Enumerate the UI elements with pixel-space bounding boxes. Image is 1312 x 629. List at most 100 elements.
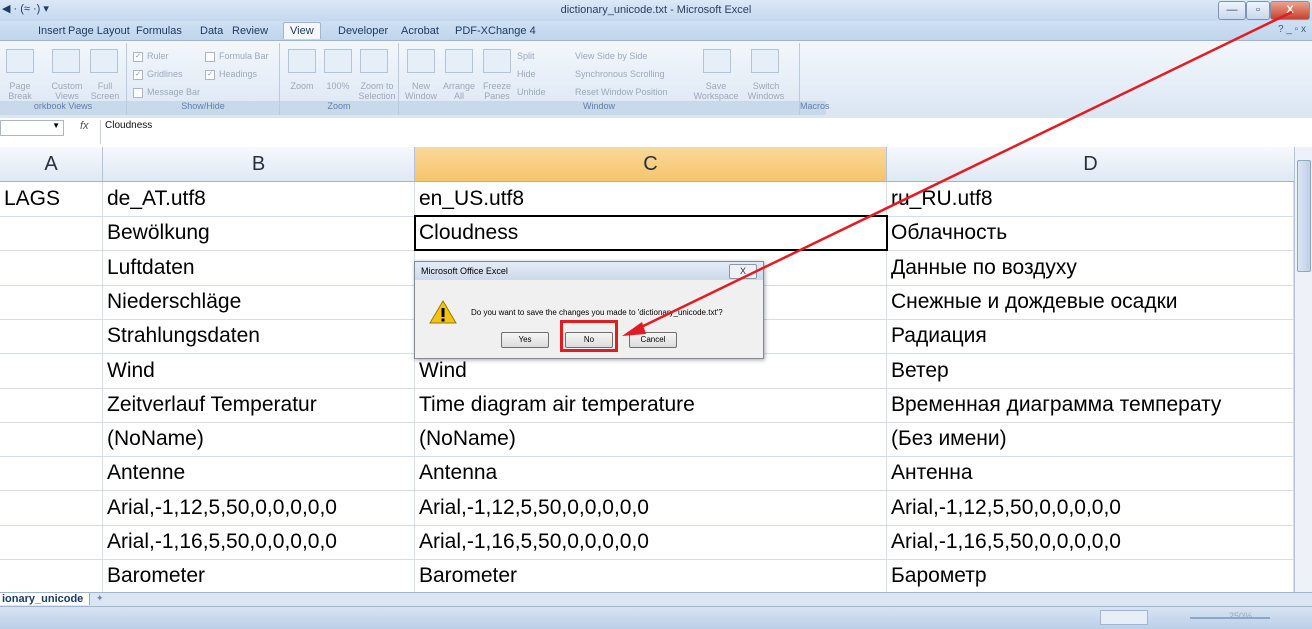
freeze-panes-label[interactable]: Freeze Panes xyxy=(479,81,515,101)
tab-developer[interactable]: Developer xyxy=(332,24,394,38)
cell-a12[interactable] xyxy=(0,559,103,594)
cell-d10[interactable]: Arial,-1,12,5,50,0,0,0,0,0 xyxy=(887,490,1294,525)
reset-window-position-button[interactable]: Reset Window Position xyxy=(575,87,668,97)
chevron-down-icon[interactable]: ▼ xyxy=(52,121,60,130)
zoom-label[interactable]: Zoom xyxy=(284,81,320,91)
unhide-button[interactable]: Unhide xyxy=(517,87,546,97)
gridlines-checkbox[interactable]: ✓ Gridlines xyxy=(133,69,183,80)
cell-d7[interactable]: Временная диаграмма температу xyxy=(887,387,1294,422)
cell-b2[interactable]: Bewölkung xyxy=(103,216,415,251)
formula-input[interactable]: Cloudness xyxy=(100,120,1295,144)
cell-b1[interactable]: de_AT.utf8 xyxy=(103,182,415,216)
new-window-icon[interactable] xyxy=(407,49,435,73)
tab-view[interactable]: View xyxy=(283,22,321,39)
fx-icon[interactable]: fx xyxy=(80,120,89,132)
column-header-b[interactable]: B xyxy=(103,147,415,181)
zoom-100-label[interactable]: 100% xyxy=(320,81,356,91)
help-icon[interactable]: ? xyxy=(1278,24,1284,35)
zoom-icon[interactable] xyxy=(288,49,316,73)
arrange-all-icon[interactable] xyxy=(445,49,473,73)
arrange-all-label[interactable]: Arrange All xyxy=(441,81,477,101)
cell-d9[interactable]: Антенна xyxy=(887,456,1294,491)
sheet-tab[interactable]: ionary_unicode xyxy=(0,593,91,605)
hide-button[interactable]: Hide xyxy=(517,69,536,79)
dialog-close-button[interactable]: X xyxy=(729,264,757,279)
restore-button[interactable]: ▫ xyxy=(1246,1,1270,20)
cell-c8[interactable]: (NoName) xyxy=(415,422,887,457)
cell-a2[interactable] xyxy=(0,216,103,251)
scrollbar-thumb[interactable] xyxy=(1297,160,1311,272)
tab-pdf-xchange-4[interactable]: PDF-XChange 4 xyxy=(449,24,542,38)
close-button[interactable]: X xyxy=(1270,1,1310,20)
cell-a4[interactable] xyxy=(0,284,103,319)
split-button[interactable]: Split xyxy=(517,51,535,61)
cell-d3[interactable]: Данные по воздуху xyxy=(887,250,1294,285)
cell-a1[interactable]: LAGS xyxy=(0,182,103,216)
custom-views-icon[interactable] xyxy=(52,49,80,73)
cell-a5[interactable] xyxy=(0,319,103,354)
message-bar-checkbox[interactable]: Message Bar xyxy=(133,87,200,98)
column-header-c[interactable]: C xyxy=(415,147,887,181)
cell-b8[interactable]: (NoName) xyxy=(103,422,415,457)
cell-d12[interactable]: Барометр xyxy=(887,559,1294,594)
yes-button[interactable]: Yes xyxy=(501,332,549,348)
view-side-by-side-button[interactable]: View Side by Side xyxy=(575,51,647,61)
view-mode-buttons[interactable] xyxy=(1100,610,1148,625)
cell-a9[interactable] xyxy=(0,456,103,491)
cell-c7[interactable]: Time diagram air temperature xyxy=(415,387,887,422)
custom-views-label[interactable]: Custom Views xyxy=(50,81,84,101)
column-header-a[interactable]: A xyxy=(0,147,103,181)
cell-d11[interactable]: Arial,-1,16,5,50,0,0,0,0,0 xyxy=(887,525,1294,559)
cell-d6[interactable]: Ветер xyxy=(887,353,1294,388)
cell-b7[interactable]: Zeitverlauf Temperatur xyxy=(103,387,415,422)
tab-page-layout[interactable]: Page Layout xyxy=(62,24,136,38)
cell-a6[interactable] xyxy=(0,353,103,388)
zoom-slider[interactable] xyxy=(1190,617,1270,619)
zoom-to-selection-icon[interactable] xyxy=(360,49,388,73)
cell-b11[interactable]: Arial,-1,16,5,50,0,0,0,0,0 xyxy=(103,525,415,559)
cell-b9[interactable]: Antenne xyxy=(103,456,415,491)
full-screen-label[interactable]: Full Screen xyxy=(88,81,122,101)
cell-d1[interactable]: ru_RU.utf8 xyxy=(887,182,1294,216)
switch-windows-icon[interactable] xyxy=(751,49,779,73)
cell-c12[interactable]: Barometer xyxy=(415,559,887,594)
synchronous-scrolling-button[interactable]: Synchronous Scrolling xyxy=(575,69,665,79)
cell-b12[interactable]: Barometer xyxy=(103,559,415,594)
cell-c1[interactable]: en_US.utf8 xyxy=(415,182,887,216)
cell-d8[interactable]: (Без имени) xyxy=(887,422,1294,457)
tab-acrobat[interactable]: Acrobat xyxy=(395,24,445,38)
zoom-100-icon[interactable] xyxy=(324,49,352,73)
save-workspace-icon[interactable] xyxy=(703,49,731,73)
doc-window-controls[interactable]: ? _ ▫ x xyxy=(1278,24,1306,35)
name-box[interactable]: ▼ xyxy=(0,120,64,136)
cell-b4[interactable]: Niederschläge xyxy=(103,284,415,319)
cell-c9[interactable]: Antenna xyxy=(415,456,887,491)
cell-b10[interactable]: Arial,-1,12,5,50,0,0,0,0,0 xyxy=(103,490,415,525)
cell-a3[interactable] xyxy=(0,250,103,285)
formula-bar-checkbox[interactable]: Formula Bar xyxy=(205,51,269,62)
cell-d4[interactable]: Снежные и дождевые осадки xyxy=(887,284,1294,319)
cell-a11[interactable] xyxy=(0,525,103,559)
cell-b3[interactable]: Luftdaten xyxy=(103,250,415,285)
zoom-to-selection-label[interactable]: Zoom to Selection xyxy=(358,81,396,101)
column-header-d[interactable]: D xyxy=(887,147,1294,181)
page-break-preview-icon[interactable] xyxy=(6,49,34,73)
cell-a10[interactable] xyxy=(0,490,103,525)
minimize-button[interactable]: — xyxy=(1218,1,1246,20)
tab-review[interactable]: Review xyxy=(226,24,274,38)
headings-checkbox[interactable]: ✓ Headings xyxy=(205,69,257,80)
cell-c2[interactable]: Cloudness xyxy=(415,216,887,251)
save-workspace-label[interactable]: Save Workspace xyxy=(691,81,741,101)
cell-a7[interactable] xyxy=(0,387,103,422)
tab-formulas[interactable]: Formulas xyxy=(130,24,188,38)
cell-a8[interactable] xyxy=(0,422,103,457)
cell-c11[interactable]: Arial,-1,16,5,50,0,0,0,0,0 xyxy=(415,525,887,559)
full-screen-icon[interactable] xyxy=(90,49,118,73)
cell-d2[interactable]: Облачность xyxy=(887,216,1294,251)
freeze-panes-icon[interactable] xyxy=(483,49,511,73)
insert-sheet-icon[interactable]: ✦ xyxy=(96,593,112,606)
cell-d5[interactable]: Радиация xyxy=(887,319,1294,354)
cancel-button[interactable]: Cancel xyxy=(629,332,677,348)
switch-windows-label[interactable]: Switch Windows xyxy=(743,81,789,101)
cell-c10[interactable]: Arial,-1,12,5,50,0,0,0,0,0 xyxy=(415,490,887,525)
